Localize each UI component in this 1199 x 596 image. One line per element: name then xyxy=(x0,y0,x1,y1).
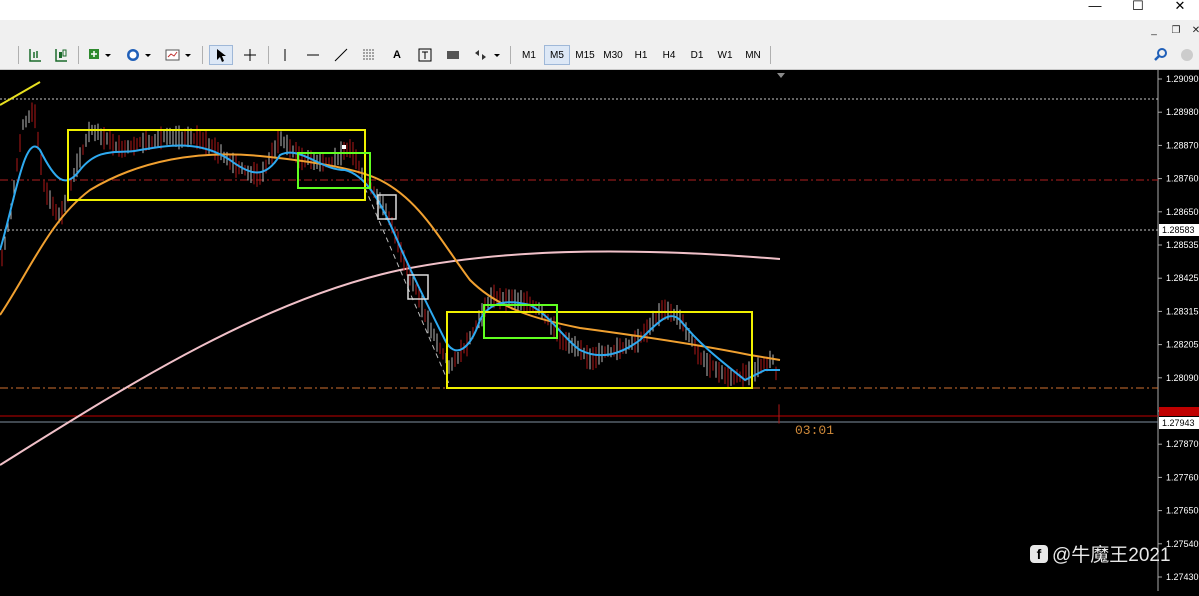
chart-toolbar: A M1 M5 M15 M30 H1 H4 D1 W1 MN xyxy=(0,42,1199,70)
rectangle-icon[interactable] xyxy=(442,45,464,65)
timeframe-m5[interactable]: M5 xyxy=(544,45,570,65)
axis-highlight-label: 1.28583 xyxy=(1162,225,1195,235)
text-label-icon[interactable] xyxy=(414,45,436,65)
axis-tick-label: 1.28535 xyxy=(1166,240,1199,250)
separator xyxy=(202,46,203,64)
menu-strip: _ ❐ ✕ xyxy=(0,20,1199,42)
axis-tick-label: 1.27430 xyxy=(1166,572,1199,582)
bar-chart-icon[interactable] xyxy=(24,45,46,65)
axis-tick-label: 1.28205 xyxy=(1166,340,1199,350)
axis-tick-label: 1.27760 xyxy=(1166,472,1199,482)
chart-canvas[interactable]: 1.29090 1.28980 1.28870 1.28760 1.28650 1.285… xyxy=(0,70,1199,591)
brand-icon: f xyxy=(1030,544,1048,563)
timeframe-h1[interactable]: H1 xyxy=(628,45,654,65)
text-icon[interactable]: A xyxy=(386,45,408,65)
separator xyxy=(268,46,269,64)
cursor-icon[interactable] xyxy=(209,45,233,65)
title-bar: — ☐ ✕ xyxy=(0,0,1199,20)
axis-highlight-label: 1.27943 xyxy=(1162,418,1195,428)
zoom-in-icon[interactable] xyxy=(85,45,115,65)
timeframe-h4[interactable]: H4 xyxy=(656,45,682,65)
crosshair-icon[interactable] xyxy=(238,45,262,65)
timeframe-m30[interactable]: M30 xyxy=(600,45,626,65)
search-icon[interactable] xyxy=(1150,45,1172,65)
axis-tick-label: 1.28760 xyxy=(1166,174,1199,184)
timeframe-d1[interactable]: D1 xyxy=(684,45,710,65)
maximize-button[interactable]: ☐ xyxy=(1118,0,1158,20)
price-chart[interactable]: 1.29090 1.28980 1.28870 1.28760 1.28650 1.285… xyxy=(0,70,1199,591)
candlestick-chart-icon[interactable] xyxy=(50,45,72,65)
axis-tick-label: 1.28650 xyxy=(1166,207,1199,217)
template-icon[interactable] xyxy=(162,45,194,65)
clock-icon[interactable] xyxy=(123,45,155,65)
child-minimize-button[interactable]: _ xyxy=(1144,24,1164,38)
horizontal-line-icon[interactable] xyxy=(302,45,324,65)
axis-tick-label: 1.28980 xyxy=(1166,107,1199,117)
separator xyxy=(18,46,19,64)
vertical-line-icon[interactable] xyxy=(274,45,296,65)
watermark: f @牛魔王2021 xyxy=(1030,540,1171,567)
axis-tick-label: 1.28315 xyxy=(1166,306,1199,316)
timeframe-m1[interactable]: M1 xyxy=(516,45,542,65)
timeframe-m15[interactable]: M15 xyxy=(572,45,598,65)
separator xyxy=(770,46,771,64)
separator xyxy=(510,46,511,64)
arrows-icon[interactable] xyxy=(470,45,504,65)
axis-tick-label: 1.27870 xyxy=(1166,439,1199,449)
anchor-point xyxy=(342,145,346,149)
child-restore-button[interactable]: ❐ xyxy=(1166,24,1186,38)
chat-icon[interactable] xyxy=(1176,45,1198,65)
trendline-icon[interactable] xyxy=(330,45,352,65)
watermark-text: @牛魔王2021 xyxy=(1052,545,1171,566)
child-close-button[interactable]: ✕ xyxy=(1186,24,1199,38)
axis-tick-label: 1.28870 xyxy=(1166,140,1199,150)
axis-prev-close-box xyxy=(1159,407,1199,416)
axis-tick-label: 1.29090 xyxy=(1166,74,1199,84)
axis-tick-label: 1.28090 xyxy=(1166,373,1199,383)
close-button[interactable]: ✕ xyxy=(1160,0,1199,20)
channel-icon[interactable] xyxy=(358,45,380,65)
separator xyxy=(78,46,79,64)
timeframe-w1[interactable]: W1 xyxy=(712,45,738,65)
minimize-button[interactable]: — xyxy=(1075,0,1115,20)
axis-tick-label: 1.28425 xyxy=(1166,273,1199,283)
axis-tick-label: 1.27650 xyxy=(1166,506,1199,516)
timeframe-mn[interactable]: MN xyxy=(740,45,766,65)
bar-countdown: 03:01 xyxy=(795,423,835,438)
